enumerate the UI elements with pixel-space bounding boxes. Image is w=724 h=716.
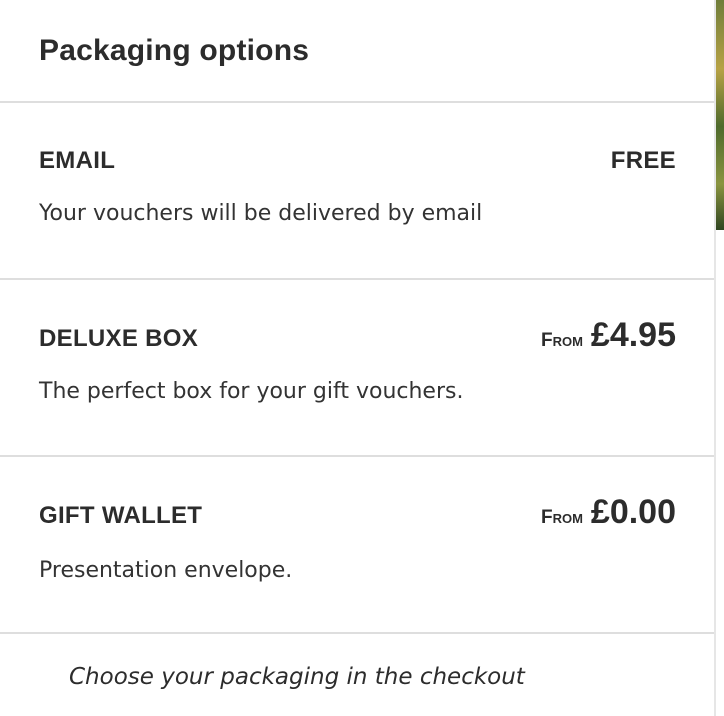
option-price: From £4.95	[541, 316, 676, 355]
option-description: Your vouchers will be delivered by email	[39, 201, 483, 226]
packaging-option-email: EMAIL FREE Your vouchers will be deliver…	[0, 103, 714, 280]
panel-title: Packaging options	[39, 33, 310, 67]
panel-header: Packaging options	[0, 0, 714, 103]
option-price: From £0.00	[541, 493, 676, 532]
option-name: GIFT WALLET	[39, 502, 203, 529]
packaging-options-panel: Packaging options EMAIL FREE Your vouche…	[0, 0, 716, 716]
option-price: FREE	[610, 147, 676, 174]
packaging-option-gift-wallet: GIFT WALLET From £0.00 Presentation envel…	[0, 457, 714, 634]
option-name: EMAIL	[39, 147, 116, 174]
price-prefix: From	[540, 330, 583, 351]
checkout-packaging-note: Choose your packaging in the checkout	[69, 664, 525, 690]
option-row: GIFT WALLET From £0.00	[39, 493, 676, 532]
option-row: EMAIL FREE	[39, 147, 676, 175]
option-description: The perfect box for your gift vouchers.	[39, 379, 464, 404]
option-description: Presentation envelope.	[39, 558, 293, 583]
price-amount: £4.95	[590, 316, 676, 354]
option-name: DELUXE BOX	[39, 325, 199, 352]
price-prefix: From	[540, 507, 583, 528]
packaging-option-deluxe-box: DELUXE BOX From £4.95 The perfect box for…	[0, 280, 714, 457]
option-row: DELUXE BOX From £4.95	[39, 316, 676, 355]
price-amount: £0.00	[590, 493, 676, 531]
background-image-right-edge	[716, 0, 724, 230]
